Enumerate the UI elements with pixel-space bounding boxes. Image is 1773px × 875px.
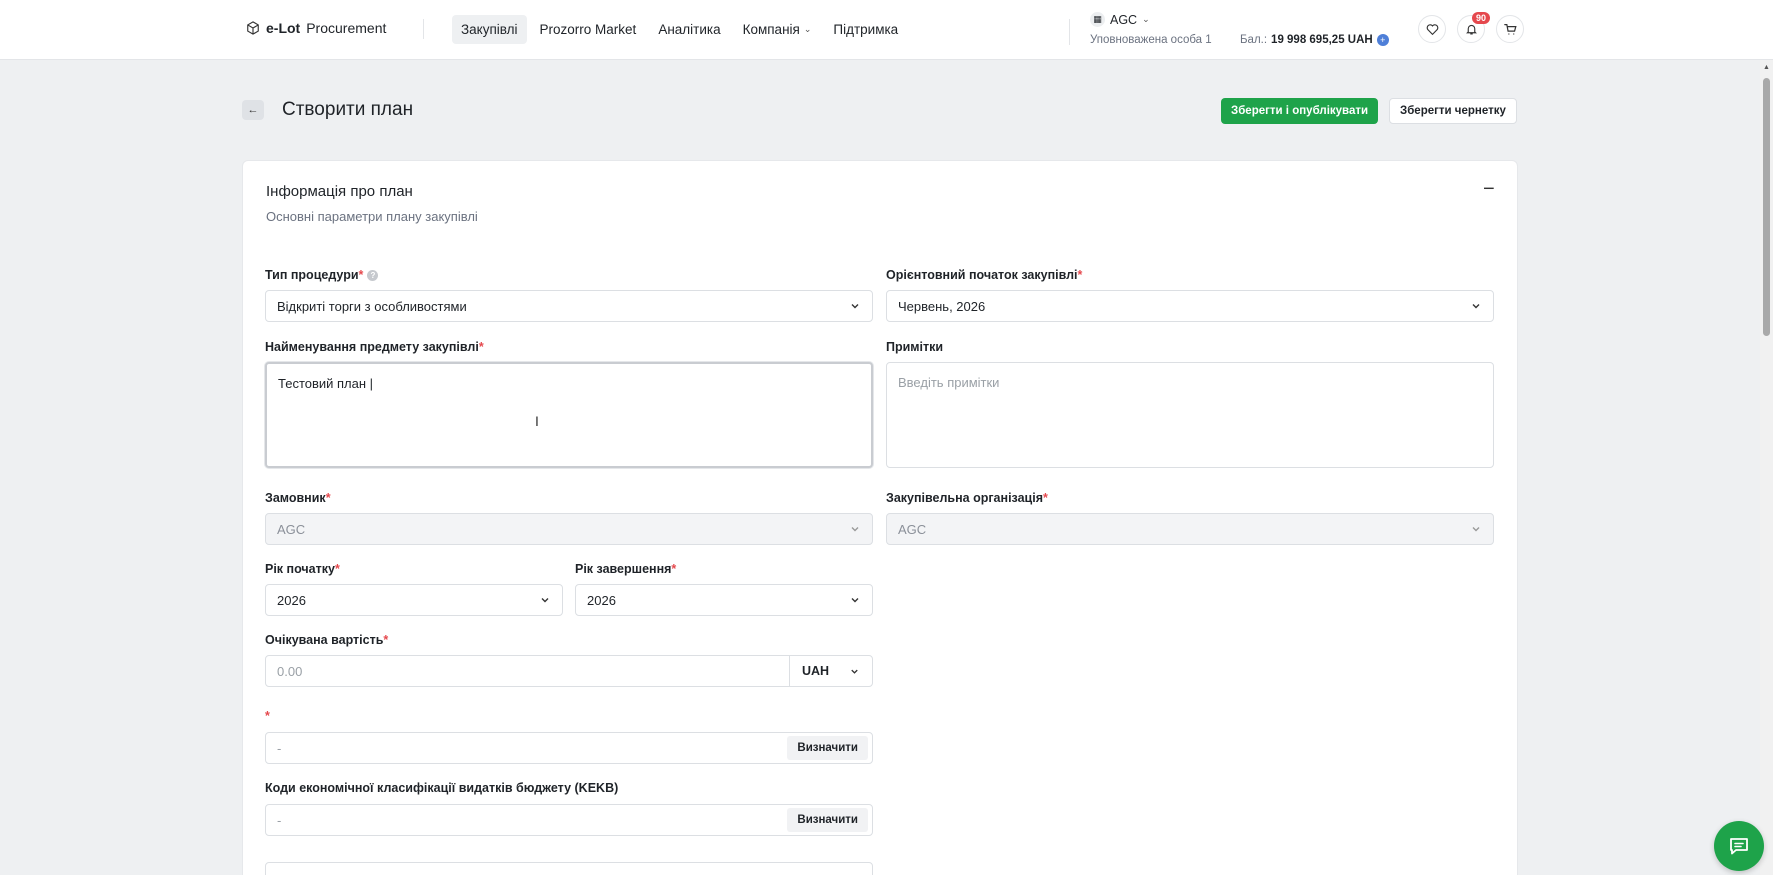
notes-textarea[interactable]: Введіть примітки	[886, 362, 1494, 468]
currency-select[interactable]: UAH	[789, 656, 872, 686]
nav-label: Аналітика	[658, 22, 721, 37]
end-year-value: 2026	[587, 592, 616, 608]
start-month-select[interactable]: Червень, 2026	[886, 290, 1494, 322]
scroll-up-icon[interactable]: ▲	[1763, 64, 1770, 71]
currency-value: UAH	[802, 664, 830, 678]
expected-value-label: Очікувана вартість*	[265, 633, 389, 647]
app-logo[interactable]: e-Lot Procurement	[246, 20, 386, 36]
chevron-down-icon	[851, 669, 858, 674]
end-year-label: Рік завершення*	[575, 562, 677, 576]
classifier-label: *	[265, 709, 270, 723]
customer-select: AGC	[265, 513, 873, 545]
notification-count-badge: 90	[1472, 12, 1491, 24]
heart-icon	[1426, 23, 1438, 35]
nav-item-company[interactable]: Компанія ⌄	[734, 15, 821, 44]
kekv-field: - Визначити	[265, 804, 873, 836]
chevron-down-icon: ⌄	[803, 24, 812, 34]
expected-value-placeholder: 0.00	[277, 663, 303, 679]
start-month-label: Орієнтовний початок закупівлі*	[886, 268, 1083, 282]
notes-label: Примітки	[886, 340, 944, 354]
card-title: Інформація про план	[266, 183, 413, 200]
subject-name-textarea[interactable]: Тестовий план |	[265, 362, 873, 468]
nav-item-prozorro-market[interactable]: Prozorro Market	[531, 15, 646, 44]
nav-label: Компанія	[742, 22, 800, 37]
nav-divider	[423, 19, 424, 39]
back-button[interactable]: ←	[242, 100, 264, 120]
nav-item-analytics[interactable]: Аналітика	[649, 15, 729, 44]
procedure-type-label: Тип процедури*?	[265, 268, 379, 282]
save-and-publish-button[interactable]: Зберегти і опублікувати	[1221, 98, 1379, 124]
subject-name-label: Найменування предмету закупівлі*	[265, 340, 484, 354]
procedure-type-select[interactable]: Відкриті торги з особливостями	[265, 290, 873, 322]
procedure-type-value: Відкриті торги з особливостями	[277, 298, 467, 314]
kekv-value: -	[277, 812, 282, 828]
procuring-org-label: Закупівельна організація*	[886, 491, 1048, 505]
chevron-down-icon	[1472, 527, 1480, 532]
building-icon: ▦	[1090, 12, 1105, 27]
chevron-down-icon	[851, 598, 859, 603]
nav-label: Prozorro Market	[539, 22, 637, 37]
top-navbar: e-Lot Procurement Закупівлі Prozorro Mar…	[0, 0, 1773, 60]
balance-value: 19 998 695,25 UAH	[1271, 34, 1373, 46]
collapse-icon[interactable]: −	[1483, 178, 1495, 201]
nav-label: Закупівлі	[461, 22, 518, 37]
nav-item-procurements[interactable]: Закупівлі	[452, 15, 527, 44]
next-field-partial	[265, 862, 873, 875]
end-year-select[interactable]: 2026	[575, 584, 873, 616]
start-year-label: Рік початку*	[265, 562, 340, 576]
nav-divider	[1069, 19, 1070, 45]
card-subtitle: Основні параметри плану закупівлі	[266, 209, 478, 224]
user-role: Уповноважена особа 1	[1090, 34, 1212, 46]
save-draft-button[interactable]: Зберегти чернетку	[1389, 98, 1517, 124]
page-title: Створити план	[282, 99, 414, 120]
kekv-label: Коди економічної класифікації видатків б…	[265, 781, 619, 795]
notes-placeholder: Введіть примітки	[898, 375, 1000, 390]
procuring-org-select: AGC	[886, 513, 1494, 545]
classifier-field: - Визначити	[265, 732, 873, 764]
start-month-value: Червень, 2026	[898, 298, 986, 314]
nav-label: Підтримка	[833, 22, 899, 37]
classifier-value: -	[277, 740, 282, 756]
scrollbar-thumb[interactable]	[1763, 78, 1770, 336]
add-balance-icon[interactable]: +	[1376, 34, 1389, 46]
org-name: AGC	[1110, 12, 1138, 27]
balance: Бал.: 19 998 695,25 UAH +	[1240, 34, 1389, 46]
logo-product: Procurement	[306, 20, 387, 36]
arrow-left-icon: ←	[247, 104, 259, 116]
procuring-org-value: AGC	[898, 521, 927, 537]
balance-label: Бал.:	[1240, 34, 1268, 46]
start-year-select[interactable]: 2026	[265, 584, 563, 616]
logo-brand: e-Lot	[266, 20, 301, 36]
cart-button[interactable]	[1496, 15, 1524, 43]
chevron-down-icon	[1472, 304, 1480, 309]
notifications-button[interactable]: 90	[1457, 12, 1491, 43]
cube-icon	[247, 21, 259, 35]
kekv-define-button[interactable]: Визначити	[787, 808, 868, 832]
chevron-down-icon	[851, 527, 859, 532]
text-cursor-icon: I	[535, 413, 539, 429]
expected-value-group: 0.00 UAH	[265, 655, 873, 687]
customer-value: AGC	[277, 521, 306, 537]
classifier-define-button[interactable]: Визначити	[787, 736, 868, 760]
chat-icon	[1730, 838, 1748, 855]
page-scrollbar[interactable]: ▲	[1760, 60, 1773, 875]
org-switcher[interactable]: ▦ AGC ⌄	[1090, 12, 1150, 27]
bell-icon	[1465, 24, 1477, 35]
main-nav: Закупівлі Prozorro Market Аналітика Комп…	[452, 15, 907, 44]
chevron-down-icon	[541, 598, 549, 603]
help-icon[interactable]: ?	[367, 270, 379, 281]
customer-label: Замовник*	[265, 491, 331, 505]
chevron-down-icon	[851, 304, 859, 309]
chat-support-button[interactable]	[1714, 821, 1764, 871]
favorites-button[interactable]	[1418, 15, 1446, 43]
start-year-value: 2026	[277, 592, 306, 608]
cart-icon	[1503, 23, 1517, 35]
chevron-down-icon: ⌄	[1142, 14, 1150, 24]
expected-value-input[interactable]: 0.00	[266, 664, 789, 679]
nav-item-support[interactable]: Підтримка	[824, 15, 907, 44]
